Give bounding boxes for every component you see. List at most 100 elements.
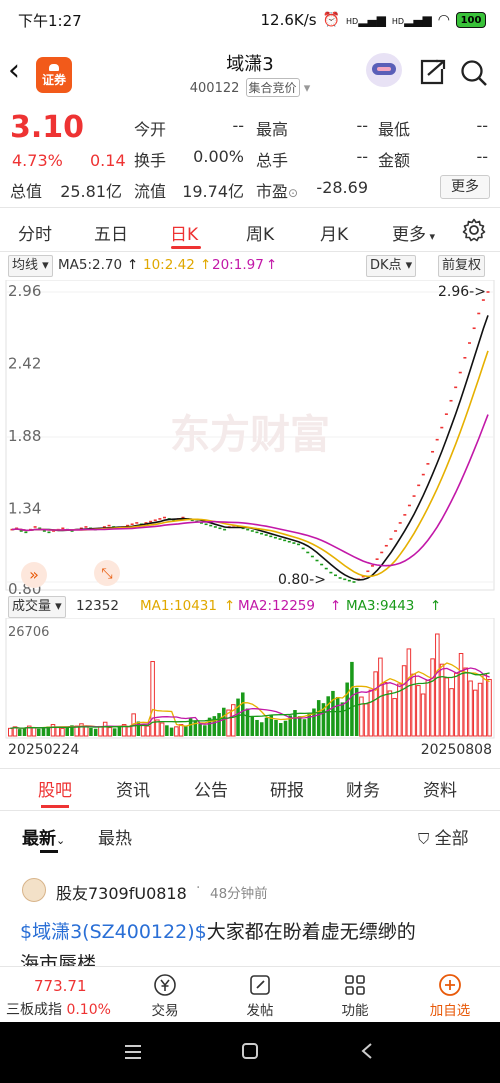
securities-logo[interactable]: 证券 xyxy=(36,57,72,93)
volume-bar[interactable] xyxy=(89,727,93,736)
volume-bar[interactable] xyxy=(316,700,321,736)
volume-bar[interactable] xyxy=(416,685,421,737)
volume-bar[interactable] xyxy=(198,723,202,736)
search-icon[interactable] xyxy=(460,59,488,87)
volume-bar[interactable] xyxy=(382,682,388,737)
tab-research[interactable]: 研报 xyxy=(270,776,304,801)
home-icon[interactable] xyxy=(241,1042,259,1060)
tab-daily-k[interactable]: 日K xyxy=(170,220,198,245)
volume-bar[interactable] xyxy=(477,682,483,737)
tab-weekly-k[interactable]: 周K xyxy=(246,220,274,245)
volume-bar[interactable] xyxy=(425,679,431,737)
volume-bar[interactable] xyxy=(406,648,412,737)
volume-bar[interactable] xyxy=(145,725,151,737)
volume-bar[interactable] xyxy=(411,673,416,737)
volume-bar[interactable] xyxy=(439,663,445,737)
volume-bar[interactable] xyxy=(340,702,345,736)
volume-bar[interactable] xyxy=(264,717,269,736)
volume-bar[interactable] xyxy=(159,722,165,737)
volume-bar[interactable] xyxy=(41,727,46,736)
volume-bar[interactable] xyxy=(359,696,364,737)
volume-bar[interactable] xyxy=(482,673,488,737)
volume-bar[interactable] xyxy=(458,653,464,737)
volume-bar[interactable] xyxy=(302,719,307,736)
volume-bar[interactable] xyxy=(136,721,141,736)
index-ticker[interactable]: 773.71 三板成指 0.10% xyxy=(0,967,120,1023)
post-stock-link[interactable]: $域潇3(SZ400122)$ xyxy=(20,921,207,943)
volume-bar[interactable] xyxy=(112,728,117,736)
back-icon[interactable]: ‹ xyxy=(8,52,34,90)
tab-forum[interactable]: 股吧 xyxy=(38,776,72,801)
volume-bar[interactable] xyxy=(463,667,469,737)
gear-icon[interactable] xyxy=(462,218,486,242)
volume-bar[interactable] xyxy=(387,690,393,737)
volume-bar[interactable] xyxy=(150,661,155,737)
volume-bar[interactable] xyxy=(31,727,37,737)
volume-selector[interactable]: 成交量 ▾ xyxy=(8,596,66,618)
tab-five-day[interactable]: 五日 xyxy=(94,220,128,245)
volume-bar[interactable] xyxy=(420,693,426,737)
volume-bar[interactable] xyxy=(107,727,113,737)
volume-bar[interactable] xyxy=(255,719,259,736)
volume-bar[interactable] xyxy=(259,722,264,736)
volume-bar[interactable] xyxy=(36,728,41,736)
pe-info-icon[interactable]: ⊙ xyxy=(288,186,298,200)
volume-bar[interactable] xyxy=(278,723,283,736)
volume-chart[interactable]: 26706 20250224 20250808 xyxy=(0,618,500,766)
volume-bar[interactable] xyxy=(55,727,60,737)
menu-icon[interactable] xyxy=(124,1044,142,1060)
volume-bar[interactable] xyxy=(354,687,359,736)
post-username[interactable]: 股友7309fU0818 xyxy=(56,880,187,904)
volume-bar[interactable] xyxy=(83,726,89,737)
more-quote-button[interactable]: 更多 xyxy=(440,175,490,199)
volume-bar[interactable] xyxy=(326,696,330,736)
volume-bar[interactable] xyxy=(50,724,56,737)
kline-chart[interactable]: 东方财富2.962.421.881.340.802.96->0.80->» ⤡ xyxy=(0,280,500,600)
volume-bar[interactable] xyxy=(363,703,369,737)
volume-bar[interactable] xyxy=(22,727,27,736)
volume-bar[interactable] xyxy=(17,729,22,736)
volume-bar[interactable] xyxy=(487,678,492,737)
volume-bar[interactable] xyxy=(174,726,179,737)
volume-bar[interactable] xyxy=(65,726,69,736)
tab-finance[interactable]: 财务 xyxy=(346,776,380,801)
volume-bar[interactable] xyxy=(335,697,340,736)
volume-bar[interactable] xyxy=(140,724,146,737)
volume-bar[interactable] xyxy=(473,689,478,737)
volume-bar[interactable] xyxy=(102,721,108,737)
dropdown-icon[interactable]: ▾ xyxy=(304,81,311,96)
volume-bar[interactable] xyxy=(373,671,378,737)
sort-hot[interactable]: 最热 xyxy=(98,824,132,849)
volume-bar[interactable] xyxy=(401,665,407,737)
dk-point-selector[interactable]: DK点 ▾ xyxy=(366,255,417,277)
volume-bar[interactable] xyxy=(331,690,335,736)
tab-announcements[interactable]: 公告 xyxy=(194,776,228,801)
share-icon[interactable] xyxy=(418,59,446,85)
volume-bar[interactable] xyxy=(297,716,302,736)
ma-selector[interactable]: 均线 ▾ xyxy=(8,255,53,277)
volume-bar[interactable] xyxy=(368,689,374,737)
volume-bar[interactable] xyxy=(184,726,188,736)
volume-bar[interactable] xyxy=(217,713,221,736)
volume-bar[interactable] xyxy=(274,719,278,736)
tab-profile[interactable]: 资料 xyxy=(423,776,457,801)
function-button[interactable]: 功能 xyxy=(320,967,390,1023)
volume-bar[interactable] xyxy=(93,728,98,736)
filter-button[interactable]: ⛉ 全部 xyxy=(418,824,469,849)
volume-bar[interactable] xyxy=(468,680,473,737)
volume-bar[interactable] xyxy=(430,658,435,737)
volume-bar[interactable] xyxy=(245,708,250,736)
volume-bar[interactable] xyxy=(165,725,169,736)
volume-bar[interactable] xyxy=(444,677,450,737)
assistant-avatar-icon[interactable] xyxy=(366,53,402,87)
volume-bar[interactable] xyxy=(350,661,354,736)
tab-news[interactable]: 资讯 xyxy=(116,776,150,801)
volume-bar[interactable] xyxy=(60,727,65,737)
volume-bar[interactable] xyxy=(98,725,103,737)
volume-bar[interactable] xyxy=(117,726,122,736)
forum-post[interactable]: 股友7309fU0818 · 48分钟前 $域潇3(SZ400122)$大家都在… xyxy=(0,874,500,975)
volume-bar[interactable] xyxy=(449,688,454,737)
volume-bar[interactable] xyxy=(435,633,440,737)
sort-latest[interactable]: 最新⌄ xyxy=(22,824,65,849)
tab-more[interactable]: 更多 ▾ xyxy=(392,220,435,245)
